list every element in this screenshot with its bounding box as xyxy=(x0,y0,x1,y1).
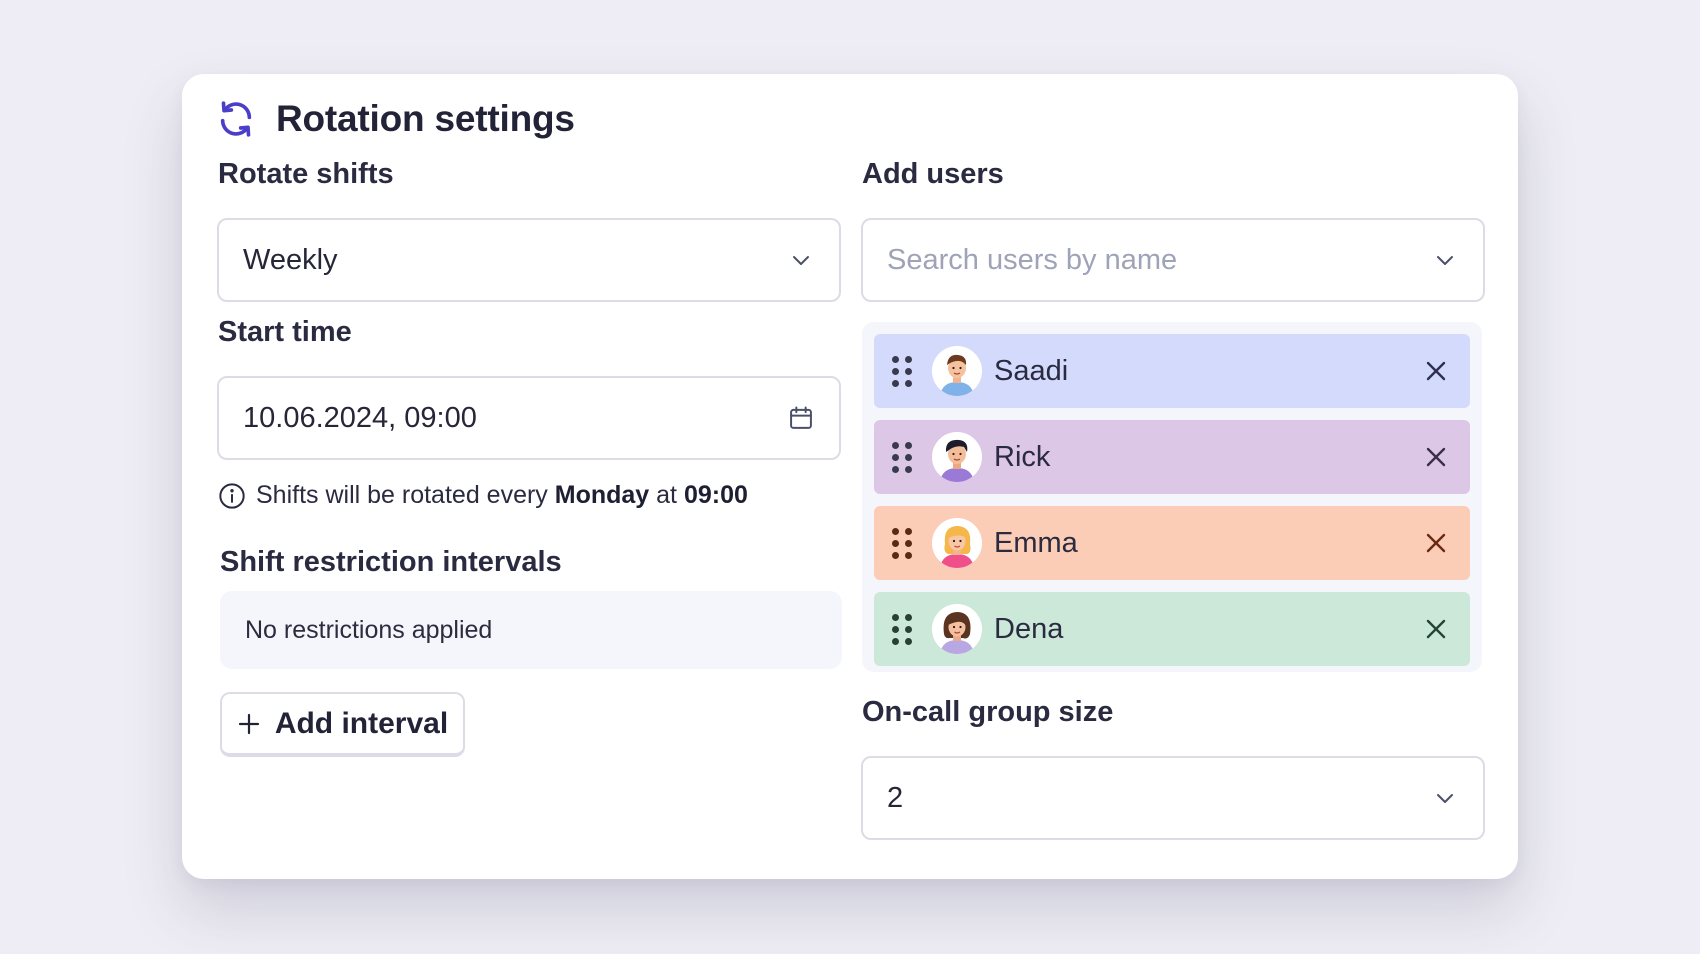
group-size-value: 2 xyxy=(887,781,904,814)
user-name: Dena xyxy=(994,612,1064,645)
start-time-input[interactable]: 10.06.2024, 09:00 xyxy=(217,376,841,460)
rotate-shifts-value: Weekly xyxy=(243,243,338,276)
selected-users-list: Saadi Rick Emma Dena xyxy=(862,322,1482,672)
user-row-rick[interactable]: Rick xyxy=(874,420,1470,494)
drag-handle-icon[interactable] xyxy=(892,613,912,645)
hint-time: 09:00 xyxy=(683,481,748,509)
user-name: Emma xyxy=(994,526,1078,559)
user-row-saadi[interactable]: Saadi xyxy=(874,334,1470,408)
group-size-select[interactable]: 2 xyxy=(861,756,1485,840)
add-users-label: Add users xyxy=(862,158,1004,190)
add-interval-button[interactable]: Add interval xyxy=(220,692,465,757)
start-time-value: 10.06.2024, 09:00 xyxy=(243,401,477,434)
dialog-header: Rotation settings xyxy=(216,98,575,140)
hint-day: Monday xyxy=(554,481,650,509)
dialog-title: Rotation settings xyxy=(276,98,575,139)
info-icon xyxy=(218,482,246,510)
rotate-shifts-select[interactable]: Weekly xyxy=(217,218,841,302)
plus-icon xyxy=(237,712,261,736)
add-interval-label: Add interval xyxy=(274,706,449,740)
restriction-intervals-label: Shift restriction intervals xyxy=(220,546,562,578)
avatar xyxy=(932,432,982,482)
user-name: Rick xyxy=(994,440,1051,473)
hint-prefix: Shifts will be rotated every xyxy=(256,481,548,509)
chevron-down-icon xyxy=(1431,246,1459,274)
restrictions-empty-state: No restrictions applied xyxy=(220,591,842,669)
chevron-down-icon xyxy=(787,246,815,274)
search-users-input[interactable]: Search users by name xyxy=(861,218,1485,302)
hint-middle: at xyxy=(656,481,678,509)
calendar-icon[interactable] xyxy=(787,404,815,432)
group-size-label: On-call group size xyxy=(862,696,1114,728)
rotation-hint: Shifts will be rotated every Monday at 0… xyxy=(218,481,748,510)
avatar xyxy=(932,346,982,396)
user-row-dena[interactable]: Dena xyxy=(874,592,1470,666)
user-row-emma[interactable]: Emma xyxy=(874,506,1470,580)
remove-user-dena-icon[interactable] xyxy=(1420,613,1452,645)
remove-user-saadi-icon[interactable] xyxy=(1420,355,1452,387)
chevron-down-icon xyxy=(1431,784,1459,812)
user-name: Saadi xyxy=(994,354,1069,387)
drag-handle-icon[interactable] xyxy=(892,527,912,559)
remove-user-emma-icon[interactable] xyxy=(1420,527,1452,559)
rotate-shifts-label: Rotate shifts xyxy=(218,158,394,190)
search-users-placeholder: Search users by name xyxy=(887,243,1178,276)
drag-handle-icon[interactable] xyxy=(892,441,912,473)
avatar xyxy=(932,518,982,568)
avatar xyxy=(932,604,982,654)
rotate-icon xyxy=(216,99,256,139)
start-time-label: Start time xyxy=(218,316,352,348)
rotation-settings-dialog: Rotation settings Rotate shifts Weekly S… xyxy=(182,74,1518,879)
remove-user-rick-icon[interactable] xyxy=(1420,441,1452,473)
no-restrictions-text: No restrictions applied xyxy=(245,615,493,644)
drag-handle-icon[interactable] xyxy=(892,355,912,387)
